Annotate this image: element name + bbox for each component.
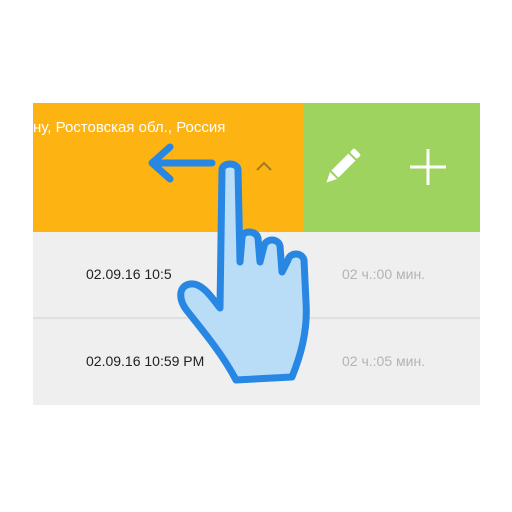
row-duration: 02 ч.:05 мин. [342, 353, 426, 369]
pencil-icon [326, 148, 361, 183]
item-actions [303, 103, 480, 232]
plus-icon [410, 149, 446, 185]
address-label: ну, Ростовская обл., Россия [33, 119, 226, 136]
row-time: 02.09.16 10:5 [86, 266, 172, 282]
row-duration: 02 ч.:00 мин. [342, 266, 426, 282]
hand-pointer-icon [177, 160, 310, 384]
add-button[interactable] [397, 139, 459, 195]
